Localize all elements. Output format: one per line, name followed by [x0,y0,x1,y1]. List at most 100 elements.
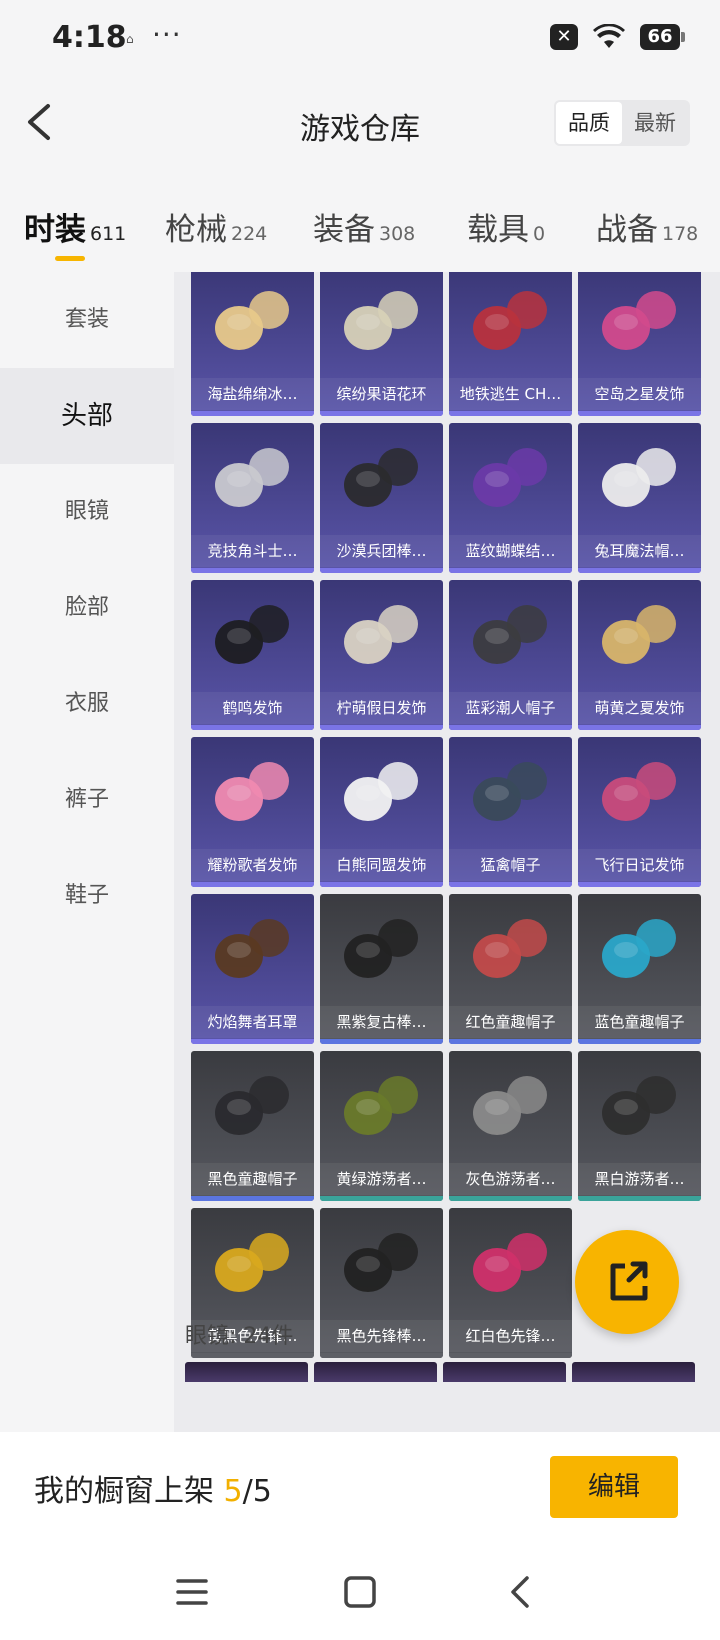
item-card[interactable]: 兔耳魔法帽… [578,423,701,573]
sidebar-item-glasses[interactable]: 眼镜 [0,464,174,560]
item-card[interactable]: 飞行日记发饰 [578,737,701,887]
item-card[interactable]: 灰色游荡者… [449,1051,572,1201]
item-card[interactable]: 鹤鸣发饰 [191,580,314,730]
tab-vehicles[interactable]: 载具 0 [467,204,545,249]
item-card-preview[interactable] [572,1362,695,1382]
item-name: 蓝彩潮人帽子 [449,692,572,724]
item-card[interactable]: 萌黄之夏发饰 [578,580,701,730]
item-name: 红色童趣帽子 [449,1006,572,1038]
item-image-icon [344,291,418,350]
item-name: 沙漠兵团棒… [320,535,443,567]
item-card[interactable]: 红白色先锋… [449,1208,572,1358]
tab-equipment[interactable]: 装备 308 [313,204,415,249]
item-card[interactable]: 柠萌假日发饰 [320,580,443,730]
item-card[interactable]: 猛禽帽子 [449,737,572,887]
item-image-icon [344,1233,418,1292]
item-card[interactable]: 蓝纹蝴蝶结… [449,423,572,573]
sidebar-item-clothes[interactable]: 衣服 [0,656,174,752]
item-name: 黑色先锋棒… [320,1320,443,1352]
rarity-bar [320,1353,443,1358]
rarity-bar [449,568,572,573]
showcase-count: 5 [223,1474,243,1509]
item-image-icon [344,762,418,821]
item-image-icon [215,1076,289,1135]
item-name: 鹤鸣发饰 [191,692,314,724]
item-card[interactable]: 海盐绵绵冰… [191,272,314,416]
item-image-icon [344,605,418,664]
sort-toggle: 品质 最新 [554,100,690,146]
share-fab-button[interactable] [575,1230,679,1334]
tab-count: 0 [533,223,546,245]
tab-count: 611 [90,223,127,245]
edit-button[interactable]: 编辑 [550,1456,678,1518]
showcase-label: 我的橱窗上架 [34,1474,224,1509]
active-tab-indicator [55,256,85,261]
item-card[interactable]: 空岛之星发饰 [578,272,701,416]
item-card[interactable]: 缤纷果语花环 [320,272,443,416]
item-name: 红白色先锋… [449,1320,572,1352]
item-card[interactable]: 黑色先锋棒… [320,1208,443,1358]
item-card[interactable]: 耀粉歌者发饰 [191,737,314,887]
sidebar-item-head[interactable]: 头部 [0,368,174,464]
item-card[interactable]: 黄绿游荡者… [320,1051,443,1201]
sort-quality-button[interactable]: 品质 [556,102,622,144]
item-name: 黑紫复古棒… [320,1006,443,1038]
item-name: 蓝纹蝴蝶结… [449,535,572,567]
item-name: 白熊同盟发饰 [320,849,443,881]
sidebar-item-face[interactable]: 脸部 [0,560,174,656]
sidebar-item-pants[interactable]: 裤子 [0,752,174,848]
item-image-icon [602,762,676,821]
rarity-bar [578,411,701,416]
item-card[interactable]: 黑紫复古棒… [320,894,443,1044]
item-image-icon [215,291,289,350]
tab-guns[interactable]: 枪械 224 [165,204,267,249]
back-icon[interactable] [500,1570,544,1614]
item-card[interactable]: 白熊同盟发饰 [320,737,443,887]
tab-label: 枪械 [165,212,227,248]
item-name: 耀粉歌者发饰 [191,849,314,881]
tab-supplies[interactable]: 战备 178 [596,204,698,249]
item-card[interactable]: 竞技角斗士… [191,423,314,573]
section-header-glasses: 眼镜: 24件 [185,1324,294,1349]
tab-label: 载具 [467,212,529,248]
item-image-icon [602,291,676,350]
rarity-bar [449,1353,572,1358]
item-card[interactable]: 沙漠兵团棒… [320,423,443,573]
item-card-preview[interactable] [185,1362,308,1382]
tab-label: 装备 [313,212,375,248]
rarity-bar [449,411,572,416]
item-card[interactable]: 蓝色童趣帽子 [578,894,701,1044]
item-name: 萌黄之夏发饰 [578,692,701,724]
item-image-icon [602,448,676,507]
item-image-icon [473,291,547,350]
item-card[interactable]: 灼焰舞者耳罩 [191,894,314,1044]
item-name: 竞技角斗士… [191,535,314,567]
item-card[interactable]: 红色童趣帽子 [449,894,572,1044]
rarity-bar [578,568,701,573]
item-image-icon [473,1076,547,1135]
category-tabs: 时装 611 枪械 224 装备 308 载具 0 战备 178 [0,172,720,272]
item-card-preview[interactable] [314,1362,437,1382]
item-image-icon [602,605,676,664]
tab-fashion[interactable]: 时装 611 [24,204,126,249]
item-name: 猛禽帽子 [449,849,572,881]
home-icon[interactable] [338,1570,382,1614]
item-card[interactable]: 黑白游荡者… [578,1051,701,1201]
sidebar-item-suit[interactable]: 套装 [0,272,174,368]
tab-label: 战备 [596,212,658,248]
item-card[interactable]: 地铁逃生 CH… [449,272,572,416]
item-image-icon [215,919,289,978]
sort-newest-button[interactable]: 最新 [622,102,688,144]
item-card[interactable]: 黑色童趣帽子 [191,1051,314,1201]
item-name: 兔耳魔法帽… [578,535,701,567]
item-image-icon [215,1233,289,1292]
item-card-preview[interactable] [443,1362,566,1382]
item-name: 缤纷果语花环 [320,378,443,410]
item-image-icon [473,1233,547,1292]
rarity-bar [578,1196,701,1201]
rarity-bar [320,1196,443,1201]
item-image-icon [344,448,418,507]
menu-icon[interactable] [170,1570,214,1614]
sidebar-item-shoes[interactable]: 鞋子 [0,848,174,944]
item-card[interactable]: 蓝彩潮人帽子 [449,580,572,730]
